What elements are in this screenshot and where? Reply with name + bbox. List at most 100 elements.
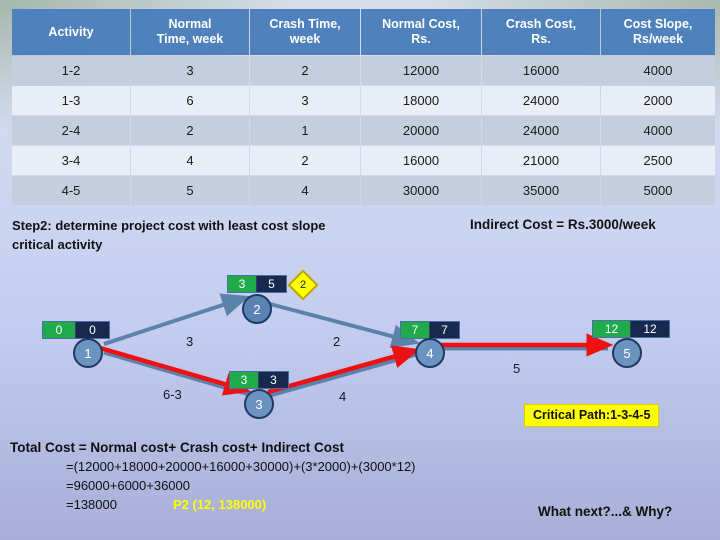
- cell-activity: 2-4: [12, 116, 130, 145]
- cell-crash-cost: 16000: [482, 56, 600, 85]
- cell-activity: 1-2: [12, 56, 130, 85]
- cell-activity: 1-3: [12, 86, 130, 115]
- edge-label-3-4: 4: [339, 389, 347, 404]
- cell-activity: 3-4: [12, 146, 130, 175]
- indirect-cost-note: Indirect Cost = Rs.3000/week: [470, 217, 656, 232]
- cell-cost-slope: 2500: [601, 146, 715, 175]
- crash-data-table-wrapper: Activity Normal Time, week Crash Time, w…: [11, 8, 715, 206]
- table-row: 2-4 2 1 20000 24000 4000: [12, 116, 715, 145]
- cell-activity: 4-5: [12, 176, 130, 205]
- cell-crash-time: 2: [250, 56, 360, 85]
- step-heading-line-2: critical activity: [12, 237, 103, 252]
- step-heading: Step2: determine project cost with least…: [12, 216, 432, 254]
- calc-line-3: =96000+6000+36000: [66, 478, 190, 493]
- node-3-time-badge: 3 3: [229, 371, 289, 389]
- edge-3-4-critical: [267, 345, 421, 395]
- cell-cost-slope: 4000: [601, 116, 715, 145]
- header-line-1: Activity: [48, 24, 94, 39]
- cell-crash-time: 2: [250, 146, 360, 175]
- node-1-early-time: 0: [43, 322, 77, 338]
- node-4-time-badge: 7 7: [400, 321, 460, 339]
- node-2-slack-value: 2: [299, 279, 307, 291]
- cell-normal-cost: 18000: [361, 86, 481, 115]
- header-line-2: week: [289, 32, 321, 46]
- critical-path-badge: Critical Path:1-3-4-5: [524, 404, 660, 427]
- header-line-1: Cost Slope,: [623, 17, 693, 31]
- node-5-early-time: 12: [593, 321, 632, 337]
- cell-crash-time: 4: [250, 176, 360, 205]
- header-line-1: Normal: [168, 17, 212, 31]
- node-5-time-badge: 12 12: [592, 320, 670, 338]
- cell-normal-time: 3: [131, 56, 249, 85]
- column-header-normal-time: Normal Time, week: [131, 9, 249, 55]
- edge-label-2-4: 2: [333, 334, 341, 349]
- node-1[interactable]: 1: [73, 338, 103, 368]
- column-header-crash-cost: Crash Cost, Rs.: [482, 9, 600, 55]
- network-edges-svg: [99, 293, 614, 398]
- cell-normal-time: 4: [131, 146, 249, 175]
- node-2-early-time: 3: [228, 276, 258, 292]
- cell-normal-time: 5: [131, 176, 249, 205]
- header-line-1: Normal Cost,: [382, 17, 460, 31]
- cell-cost-slope: 4000: [601, 56, 715, 85]
- cell-crash-cost: 24000: [482, 86, 600, 115]
- total-cost-calculation: Total Cost = Normal cost+ Crash cost+ In…: [10, 440, 570, 512]
- cell-cost-slope: 5000: [601, 176, 715, 205]
- edge-1-2: [103, 293, 250, 346]
- point-label-p2: P2 (12, 138000): [172, 497, 267, 512]
- cell-crash-cost: 24000: [482, 116, 600, 145]
- cell-crash-cost: 21000: [482, 146, 600, 175]
- header-line-2: Rs/week: [632, 32, 684, 46]
- cell-cost-slope: 2000: [601, 86, 715, 115]
- cell-crash-time: 3: [250, 86, 360, 115]
- edge-1-3-critical: [99, 345, 252, 396]
- cell-crash-time: 1: [250, 116, 360, 145]
- node-4-late-time: 7: [430, 322, 459, 338]
- node-2-late-time: 5: [257, 276, 286, 292]
- column-header-activity: Activity: [12, 9, 130, 55]
- node-5-late-time: 12: [631, 321, 669, 337]
- crash-data-table: Activity Normal Time, week Crash Time, w…: [11, 8, 716, 206]
- cell-normal-cost: 20000: [361, 116, 481, 145]
- table-row: 1-2 3 2 12000 16000 4000: [12, 56, 715, 85]
- header-line-1: Crash Time,: [269, 17, 341, 31]
- column-header-normal-cost: Normal Cost, Rs.: [361, 9, 481, 55]
- node-2[interactable]: 2: [242, 294, 272, 324]
- edge-label-1-3: 6-3: [163, 387, 182, 402]
- table-row: 1-3 6 3 18000 24000 2000: [12, 86, 715, 115]
- header-line-2: Rs.: [531, 32, 551, 46]
- node-3-early-time: 3: [230, 372, 260, 388]
- column-header-cost-slope: Cost Slope, Rs/week: [601, 9, 715, 55]
- cell-normal-cost: 16000: [361, 146, 481, 175]
- what-next-prompt: What next?...& Why?: [538, 504, 673, 519]
- node-1-time-badge: 0 0: [42, 321, 110, 339]
- node-1-late-time: 0: [76, 322, 109, 338]
- edge-label-1-2: 3: [186, 334, 194, 349]
- cell-normal-time: 2: [131, 116, 249, 145]
- calc-line-4: =138000: [66, 497, 117, 512]
- cell-crash-cost: 35000: [482, 176, 600, 205]
- node-5[interactable]: 5: [612, 338, 642, 368]
- edge-label-4-5: 5: [513, 361, 521, 376]
- cell-normal-time: 6: [131, 86, 249, 115]
- header-line-2: Time, week: [156, 32, 224, 46]
- column-header-crash-time: Crash Time, week: [250, 9, 360, 55]
- node-3[interactable]: 3: [244, 389, 274, 419]
- node-3-late-time: 3: [259, 372, 288, 388]
- edge-2-4: [269, 302, 420, 348]
- network-diagram: 0 0 1 3 5 2 2 3 3 3 7 7 4 12 12 5 3 6-3 …: [0, 258, 720, 428]
- node-4-early-time: 7: [401, 322, 431, 338]
- calc-line-2: =(12000+18000+20000+16000+30000)+(3*2000…: [66, 459, 416, 474]
- calc-line-4-row: =138000 P2 (12, 138000): [66, 497, 570, 512]
- table-header-row: Activity Normal Time, week Crash Time, w…: [12, 9, 715, 55]
- cell-normal-cost: 30000: [361, 176, 481, 205]
- header-line-1: Crash Cost,: [505, 17, 577, 31]
- table-row: 4-5 5 4 30000 35000 5000: [12, 176, 715, 205]
- step-heading-line-1: Step2: determine project cost with least…: [12, 218, 326, 233]
- table-row: 3-4 4 2 16000 21000 2500: [12, 146, 715, 175]
- cell-normal-cost: 12000: [361, 56, 481, 85]
- calc-line-1: Total Cost = Normal cost+ Crash cost+ In…: [10, 440, 344, 455]
- node-4[interactable]: 4: [415, 338, 445, 368]
- header-line-2: Rs.: [411, 32, 431, 46]
- node-2-time-badge: 3 5: [227, 275, 287, 293]
